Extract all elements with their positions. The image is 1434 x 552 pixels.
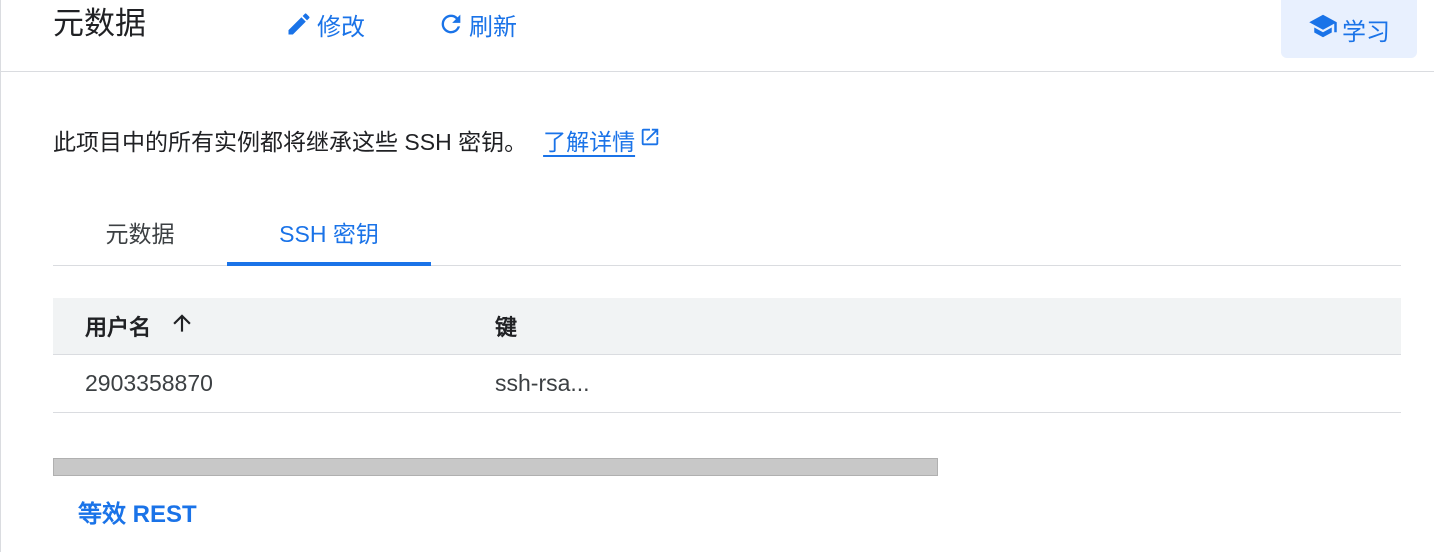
description: 此项目中的所有实例都将继承这些 SSH 密钥。 了解详情 — [53, 122, 661, 158]
tab-metadata[interactable]: 元数据 — [53, 200, 227, 264]
pencil-icon — [285, 10, 313, 38]
description-text: 此项目中的所有实例都将继承这些 SSH 密钥。 — [53, 129, 528, 155]
edit-button[interactable]: 修改 — [285, 4, 365, 44]
page-title: 元数据 — [53, 6, 146, 41]
table-header-row: 用户名 键 — [53, 298, 1401, 355]
column-header-key: 键 — [495, 315, 518, 340]
arrow-up-icon — [169, 310, 195, 342]
equivalent-rest-link[interactable]: 等效 REST — [78, 494, 197, 528]
learn-button-label: 学习 — [1342, 18, 1390, 46]
tab-bar: 元数据 SSH 密钥 — [53, 200, 1401, 266]
refresh-icon — [437, 10, 465, 38]
table-row: 2903358870 ssh-rsa... — [53, 355, 1401, 413]
page-frame: 元数据 修改 刷新 学习 此项目中的所有实例都将继承这些 SSH 密钥。 了解详… — [0, 0, 1434, 552]
refresh-button-label: 刷新 — [469, 13, 517, 41]
school-icon — [1308, 11, 1338, 48]
learn-button[interactable]: 学习 — [1281, 0, 1417, 58]
edit-button-label: 修改 — [317, 13, 365, 41]
tab-ssh-keys[interactable]: SSH 密钥 — [227, 200, 431, 266]
open-in-new-icon — [639, 126, 661, 154]
cell-key: ssh-rsa... — [495, 370, 590, 396]
learn-more-link[interactable]: 了解详情 — [543, 123, 661, 157]
learn-more-label: 了解详情 — [543, 129, 636, 155]
ssh-keys-table: 用户名 键 2903358870 ssh-rsa... — [53, 298, 1401, 413]
column-header-username[interactable]: 用户名 — [85, 298, 195, 354]
cell-username: 2903358870 — [85, 370, 213, 396]
page-header: 元数据 修改 刷新 学习 — [1, 0, 1434, 72]
refresh-button[interactable]: 刷新 — [437, 4, 517, 44]
column-header-username-label: 用户名 — [85, 315, 152, 340]
horizontal-scrollbar[interactable] — [53, 458, 938, 476]
